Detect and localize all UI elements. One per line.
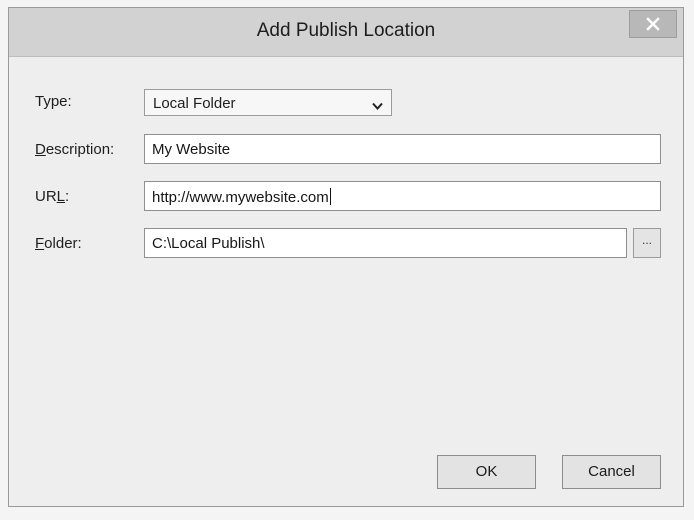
url-label-pre: UR [35,188,57,205]
url-input[interactable]: http://www.mywebsite.com [144,181,661,211]
url-input-text: http://www.mywebsite.com [152,189,329,206]
type-select[interactable]: Local Folder [144,89,392,116]
close-icon [646,17,660,31]
browse-folder-button[interactable]: ... [633,228,661,258]
folder-input-value: C:\Local Publish\ [152,235,265,252]
folder-label-rest: older: [44,235,82,252]
description-label-rest: escription: [45,141,115,158]
description-label: Description: [35,141,114,158]
url-label: URL: [35,188,69,205]
description-input[interactable]: My Website [144,134,661,164]
folder-label: Folder: [35,235,82,252]
folder-input[interactable]: C:\Local Publish\ [144,228,627,258]
title-bar: Add Publish Location [9,8,683,57]
cancel-button[interactable]: Cancel [562,455,661,489]
folder-label-accel: F [35,235,45,252]
type-label: Type: [35,93,72,110]
text-caret [329,188,331,205]
type-select-value: Local Folder [153,95,236,112]
dialog-body: Type: Local Folder Description: My Websi… [9,57,683,506]
chevron-down-icon [372,98,383,116]
url-label-accel: L [56,188,66,205]
description-label-accel: D [35,141,46,158]
close-button[interactable] [629,10,677,38]
url-label-post: : [65,188,70,205]
ok-button[interactable]: OK [437,455,536,489]
description-input-value: My Website [152,141,231,158]
url-input-value: http://www.mywebsite.com [152,188,331,206]
add-publish-location-dialog: Add Publish Location Type: Local Folder … [8,7,684,507]
dialog-title: Add Publish Location [256,20,436,41]
